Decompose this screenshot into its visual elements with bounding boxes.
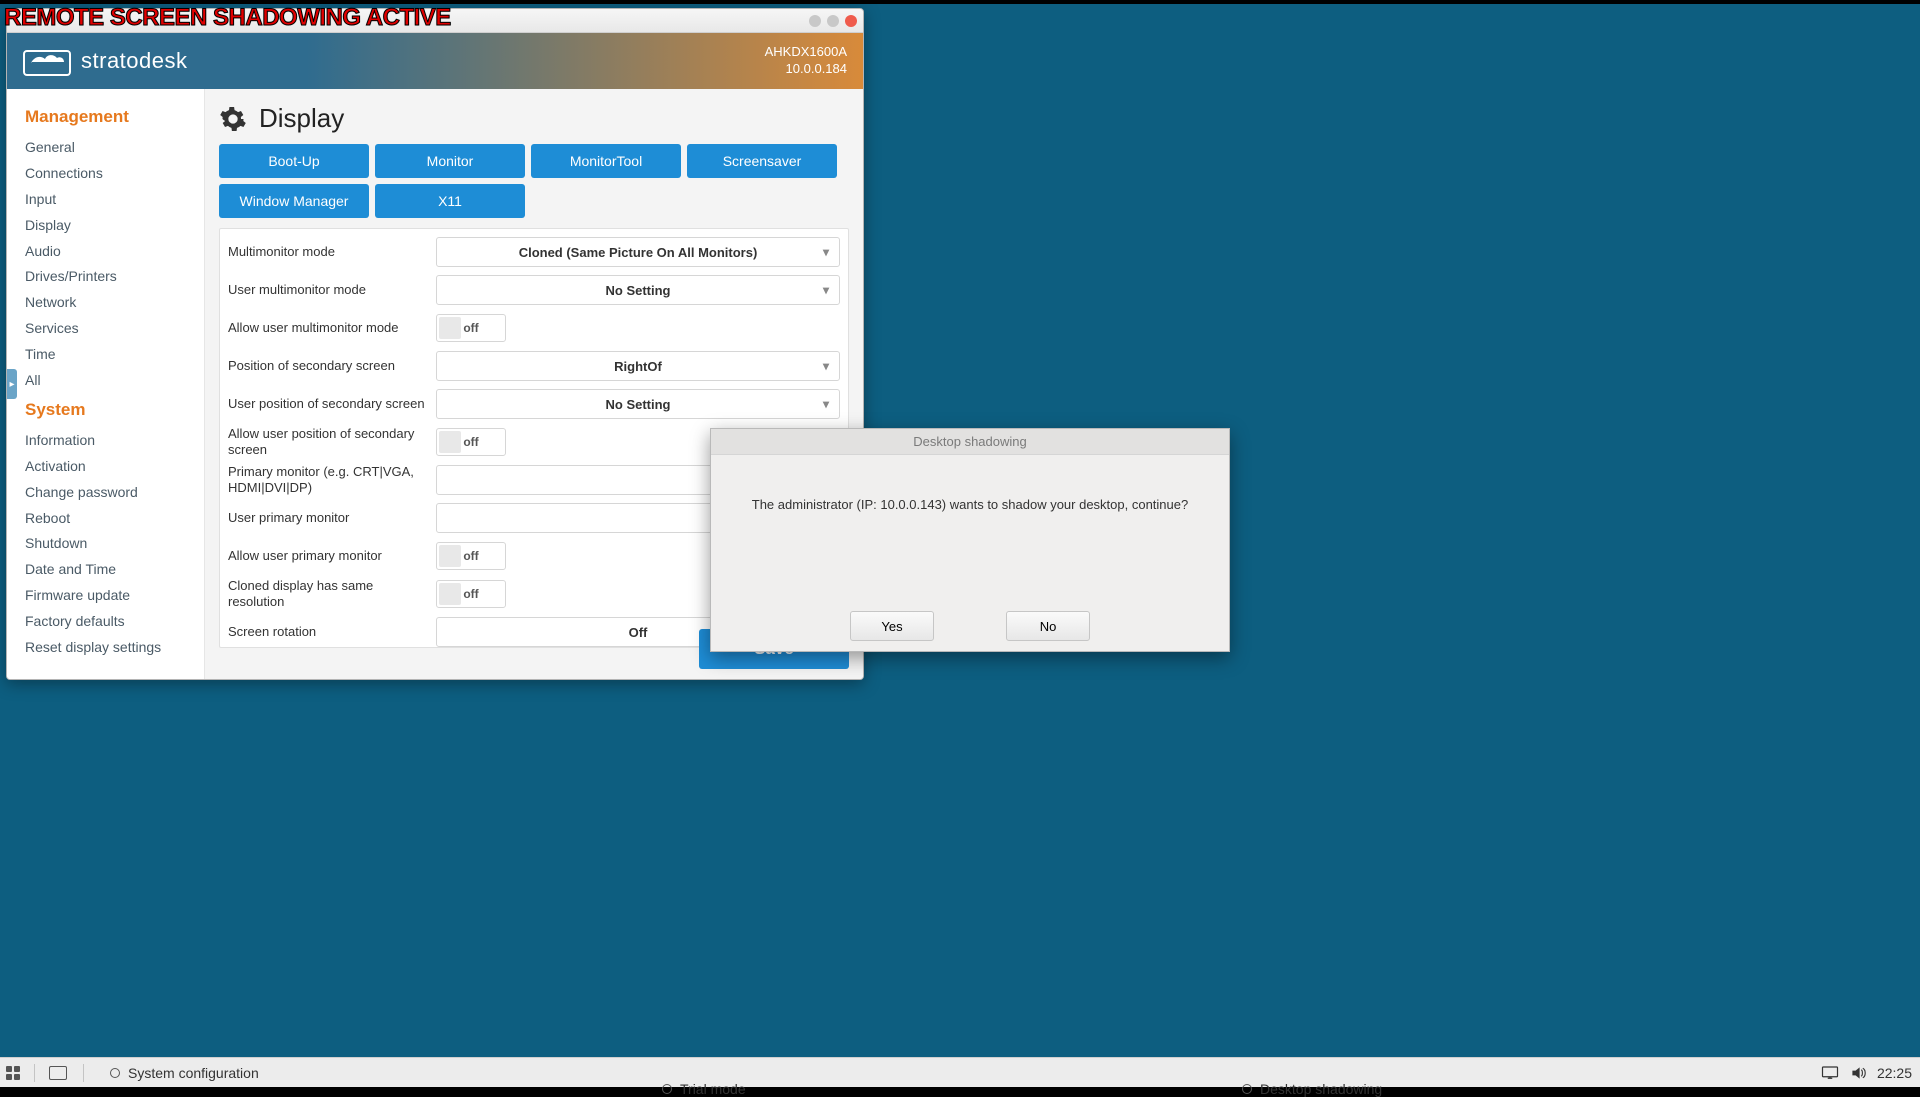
sidebar-item-input[interactable]: Input <box>25 187 204 213</box>
form-label: Allow user position of secondary screen <box>228 426 428 459</box>
dialog-yes-button[interactable]: Yes <box>850 611 934 641</box>
sidebar-item-activation[interactable]: Activation <box>25 454 204 480</box>
shadowing-dialog: Desktop shadowing The administrator (IP:… <box>710 428 1230 652</box>
app-header: stratodesk AHKDX1600A 10.0.0.184 <box>7 33 863 89</box>
sidebar-heading-system: System <box>25 400 204 420</box>
stratodesk-logo-icon <box>23 45 71 77</box>
form-label: Screen rotation <box>228 624 428 640</box>
form-label: Cloned display has same resolution <box>228 578 428 611</box>
form-label: Primary monitor (e.g. CRT|VGA, HDMI|DVI|… <box>228 464 428 497</box>
sidebar-expander[interactable]: ▸ <box>7 369 17 399</box>
sidebar-heading-management: Management <box>25 107 204 127</box>
sidebar-item-connections[interactable]: Connections <box>25 161 204 187</box>
toggle-allow-user-primary-monitor[interactable]: off <box>436 542 506 570</box>
tab-monitortool[interactable]: MonitorTool <box>531 144 681 178</box>
sidebar-item-all[interactable]: All <box>25 368 204 394</box>
taskbar: System configurationTrial modeDesktop sh… <box>0 1057 1920 1087</box>
display-tray-icon[interactable] <box>1821 1065 1839 1081</box>
host-ip: 10.0.0.184 <box>765 61 847 78</box>
sidebar-item-time[interactable]: Time <box>25 342 204 368</box>
page-title: Display <box>259 103 344 134</box>
dialog-message: The administrator (IP: 10.0.0.143) wants… <box>711 455 1229 512</box>
form-label: Multimonitor mode <box>228 244 428 260</box>
toggle-allow-user-position-of-secondary-screen[interactable]: off <box>436 428 506 456</box>
taskbar-item-system-configuration[interactable]: System configuration <box>110 1065 259 1081</box>
taskbar-item-label: Desktop shadowing <box>1260 1081 1382 1097</box>
form-label: User primary monitor <box>228 510 428 526</box>
tab-screensaver[interactable]: Screensaver <box>687 144 837 178</box>
apps-menu-icon[interactable] <box>6 1066 20 1080</box>
form-label: Allow user primary monitor <box>228 548 428 564</box>
tab-window-manager[interactable]: Window Manager <box>219 184 369 218</box>
sidebar-item-audio[interactable]: Audio <box>25 239 204 265</box>
sidebar-item-drives-printers[interactable]: Drives/Printers <box>25 264 204 290</box>
sidebar-item-reboot[interactable]: Reboot <box>25 506 204 532</box>
sidebar-item-network[interactable]: Network <box>25 290 204 316</box>
select-user-multimonitor-mode[interactable]: No Setting <box>436 275 840 305</box>
clock[interactable]: 22:25 <box>1877 1065 1912 1081</box>
select-multimonitor-mode[interactable]: Cloned (Same Picture On All Monitors) <box>436 237 840 267</box>
taskbar-item-label: Trial mode <box>680 1081 746 1097</box>
dialog-no-button[interactable]: No <box>1006 611 1090 641</box>
toggle-allow-user-multimonitor-mode[interactable]: off <box>436 314 506 342</box>
sidebar-item-services[interactable]: Services <box>25 316 204 342</box>
dialog-title: Desktop shadowing <box>711 429 1229 455</box>
tab-bar: Boot-UpMonitorMonitorToolScreensaver Wind… <box>219 144 849 218</box>
taskbar-item-desktop-shadowing[interactable]: Desktop shadowing <box>1242 1081 1382 1097</box>
task-indicator-icon <box>662 1084 672 1094</box>
tab-boot-up[interactable]: Boot-Up <box>219 144 369 178</box>
task-indicator-icon <box>1242 1084 1252 1094</box>
sidebar-item-display[interactable]: Display <box>25 213 204 239</box>
taskbar-item-trial-mode[interactable]: Trial mode <box>662 1081 746 1097</box>
sidebar-item-firmware-update[interactable]: Firmware update <box>25 583 204 609</box>
sidebar-item-factory-defaults[interactable]: Factory defaults <box>25 609 204 635</box>
window-list-icon[interactable] <box>49 1066 67 1080</box>
close-icon[interactable] <box>845 15 857 27</box>
sidebar-item-change-password[interactable]: Change password <box>25 480 204 506</box>
select-user-position-of-secondary-screen[interactable]: No Setting <box>436 389 840 419</box>
sidebar-item-reset-display-settings[interactable]: Reset display settings <box>25 635 204 661</box>
maximize-icon[interactable] <box>827 15 839 27</box>
brand-name: stratodesk <box>81 48 188 74</box>
task-indicator-icon <box>110 1068 120 1078</box>
select-position-of-secondary-screen[interactable]: RightOf <box>436 351 840 381</box>
sidebar-item-shutdown[interactable]: Shutdown <box>25 531 204 557</box>
gear-icon <box>219 105 247 133</box>
form-label: User position of secondary screen <box>228 396 428 412</box>
sidebar: ▸ Management GeneralConnectionsInputDisp… <box>7 89 205 679</box>
sidebar-item-general[interactable]: General <box>25 135 204 161</box>
form-label: User multimonitor mode <box>228 282 428 298</box>
host-id: AHKDX1600A <box>765 44 847 61</box>
sidebar-item-date-and-time[interactable]: Date and Time <box>25 557 204 583</box>
form-label: Allow user multimonitor mode <box>228 320 428 336</box>
tab-x-[interactable]: X11 <box>375 184 525 218</box>
volume-tray-icon[interactable] <box>1849 1065 1867 1081</box>
sidebar-item-information[interactable]: Information <box>25 428 204 454</box>
tab-monitor[interactable]: Monitor <box>375 144 525 178</box>
shadowing-banner: REMOTE SCREEN SHADOWING ACTIVE <box>4 4 451 32</box>
toggle-cloned-display-has-same-resolution[interactable]: off <box>436 580 506 608</box>
form-label: Position of secondary screen <box>228 358 428 374</box>
minimize-icon[interactable] <box>809 15 821 27</box>
taskbar-item-label: System configuration <box>128 1065 259 1081</box>
